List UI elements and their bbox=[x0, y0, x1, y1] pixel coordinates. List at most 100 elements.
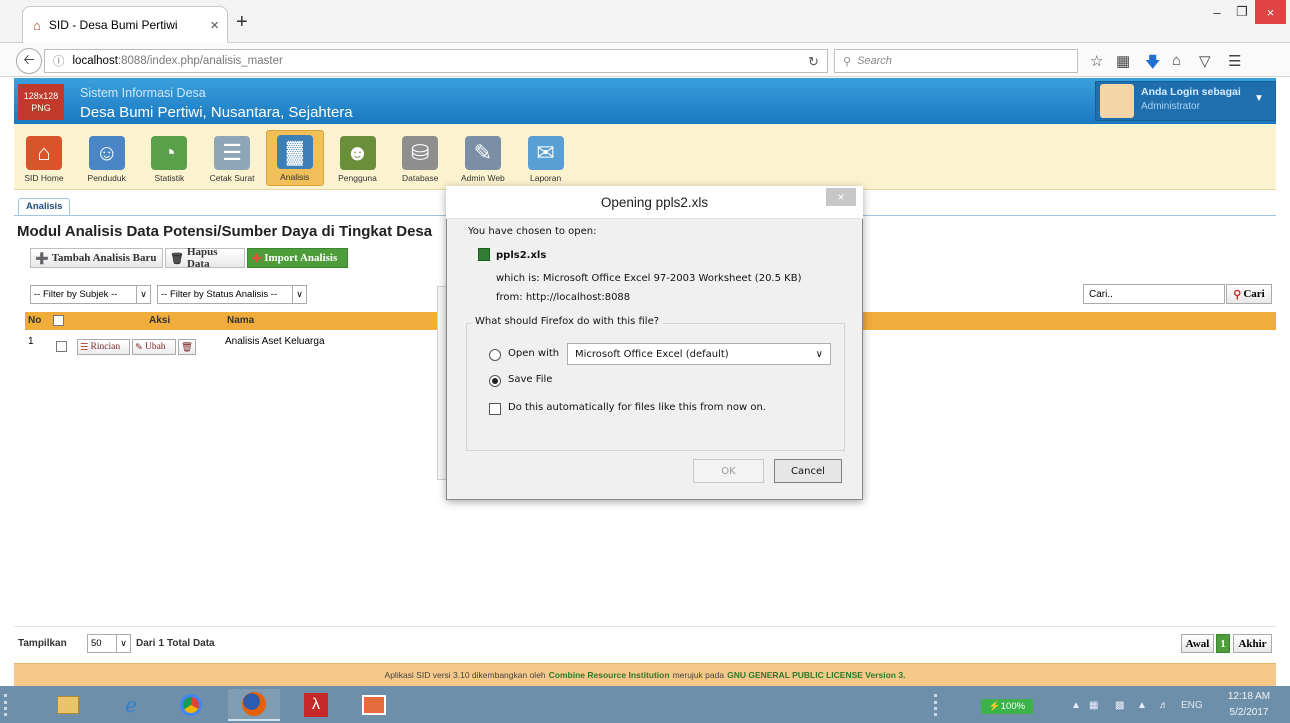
lightning-icon: ⚡ bbox=[988, 701, 1001, 712]
toolbar-statistik-button[interactable]: ◔ Statistik bbox=[140, 130, 198, 186]
cancel-button[interactable]: Cancel bbox=[774, 459, 842, 483]
people-icon: ☺ bbox=[88, 136, 125, 170]
bookmark-star-icon[interactable]: ☆ bbox=[1090, 52, 1103, 70]
current-page-button[interactable]: 1 bbox=[1216, 634, 1230, 653]
subject-filter-value: -- Filter by Subjek -- bbox=[34, 289, 118, 300]
save-file-radio[interactable] bbox=[489, 375, 501, 387]
first-page-button[interactable]: Awal bbox=[1181, 634, 1214, 653]
mail-icon: ✉ bbox=[527, 136, 564, 170]
add-analysis-button[interactable]: ➕ Tambah Analisis Baru bbox=[30, 248, 163, 268]
language-indicator[interactable]: ENG bbox=[1181, 700, 1203, 711]
minimize-button[interactable]: – bbox=[1206, 0, 1228, 24]
import-analysis-button[interactable]: ✚ Import Analisis bbox=[247, 248, 348, 268]
dialog-close-button[interactable]: × bbox=[826, 188, 856, 206]
clock-date: 5/2/2017 bbox=[1229, 707, 1269, 718]
toolbar-database-button[interactable]: ⛁ Database bbox=[391, 130, 449, 186]
auto-action-label[interactable]: Do this automatically for files like thi… bbox=[508, 402, 766, 413]
file-explorer-icon[interactable] bbox=[42, 689, 94, 721]
toolbar-label: Laporan bbox=[529, 173, 562, 183]
users-icon: ☻ bbox=[339, 136, 376, 170]
downloads-icon[interactable]: 🡇 bbox=[1145, 52, 1160, 77]
analysis-icon: ▓ bbox=[276, 135, 313, 169]
toolbar-pengguna-button[interactable]: ☻ Pengguna bbox=[329, 130, 387, 186]
open-with-radio[interactable] bbox=[489, 349, 501, 361]
restore-button[interactable]: ❐ bbox=[1231, 0, 1253, 24]
home-icon: ⌂ bbox=[26, 136, 62, 170]
dialog-title: Opening ppls2.xls bbox=[446, 186, 863, 219]
back-button[interactable]: 🡠 bbox=[16, 48, 42, 74]
toolbar-cetak-surat-button[interactable]: ☰ Cetak Surat bbox=[203, 130, 261, 186]
footer-license-link[interactable]: GNU GENERAL PUBLIC LICENSE Version 3. bbox=[727, 670, 905, 680]
plus-icon: ✚ bbox=[252, 252, 262, 265]
excel-file-icon bbox=[478, 248, 490, 261]
chrome-icon[interactable] bbox=[165, 689, 217, 721]
toolbar-laporan-button[interactable]: ✉ Laporan bbox=[517, 130, 575, 186]
toolbar-analisis-button[interactable]: ▓ Analisis bbox=[265, 130, 324, 186]
new-tab-button[interactable]: + bbox=[236, 10, 248, 34]
reading-list-icon[interactable]: ▦ bbox=[1116, 52, 1130, 70]
chevron-down-icon: ∨ bbox=[815, 348, 823, 360]
row-checkbox[interactable] bbox=[56, 341, 67, 352]
save-file-label[interactable]: Save File bbox=[508, 374, 552, 385]
last-page-button[interactable]: Akhir bbox=[1233, 634, 1272, 653]
home-button-icon[interactable]: ⌂ bbox=[1172, 52, 1181, 69]
chevron-down-icon: ∨ bbox=[292, 286, 306, 303]
presentation-app-icon[interactable] bbox=[348, 689, 400, 721]
status-filter-value: -- Filter by Status Analisis -- bbox=[161, 289, 278, 300]
battery-indicator[interactable]: ⚡ 100% bbox=[981, 699, 1033, 714]
action-center-icon[interactable]: ▦ bbox=[1089, 700, 1098, 711]
chevron-down-icon[interactable]: ▼ bbox=[1254, 93, 1264, 104]
clock-time: 12:18 AM bbox=[1227, 691, 1271, 702]
delete-data-button[interactable]: 🗑 Hapus Data bbox=[165, 246, 245, 270]
reload-icon[interactable]: ↻ bbox=[808, 54, 819, 70]
total-suffix: Total Data bbox=[167, 638, 215, 649]
status-filter-select[interactable]: -- Filter by Status Analisis -- ∨ bbox=[157, 285, 307, 304]
subject-filter-select[interactable]: -- Filter by Subjek -- ∨ bbox=[30, 285, 151, 304]
browser-tab[interactable]: ⌂ SID - Desa Bumi Pertiwi × bbox=[22, 6, 228, 43]
search-input[interactable]: Cari.. bbox=[1083, 284, 1225, 304]
url-bar[interactable]: ⓘ localhost:8088/index.php/analisis_mast… bbox=[44, 49, 828, 73]
toolbar-label: Admin Web bbox=[461, 173, 505, 183]
site-logo: 128x128 PNG bbox=[18, 84, 64, 120]
clock[interactable]: 12:18 AM 5/2/2017 bbox=[1219, 689, 1279, 721]
toolbar-label: Cetak Surat bbox=[209, 173, 255, 183]
firefox-icon[interactable] bbox=[228, 689, 280, 721]
footer-org-link[interactable]: Combine Resource Institution bbox=[549, 670, 670, 680]
site-subtitle: Sistem Informasi Desa bbox=[80, 86, 206, 100]
column-aksi: Aksi bbox=[149, 315, 171, 326]
wifi-icon[interactable]: ▲ bbox=[1137, 700, 1147, 711]
show-hidden-icons-icon[interactable]: ▲ bbox=[1071, 700, 1081, 711]
url-path: :8088/index.php/analisis_master bbox=[117, 55, 283, 67]
delete-row-button[interactable]: 🗑 bbox=[178, 339, 196, 355]
tab-analisis[interactable]: Analisis bbox=[18, 198, 71, 215]
edit-button[interactable]: ✎ Ubah bbox=[132, 339, 176, 355]
network-icon[interactable]: ▩ bbox=[1115, 700, 1124, 711]
detail-button[interactable]: ☰ Rincian bbox=[77, 339, 130, 355]
page-size-select[interactable]: 50 ∨ bbox=[87, 634, 131, 653]
toolbar-penduduk-button[interactable]: ☺ Penduduk bbox=[78, 130, 136, 186]
menu-icon[interactable]: ☰ bbox=[1228, 52, 1241, 70]
open-with-label[interactable]: Open with bbox=[508, 348, 559, 359]
toolbar-admin-web-button[interactable]: ✎ Admin Web bbox=[454, 130, 512, 186]
volume-icon[interactable]: ♬ bbox=[1159, 700, 1169, 711]
toolbar-label: Analisis bbox=[280, 172, 310, 182]
pocket-icon[interactable]: ▽ bbox=[1199, 52, 1211, 70]
close-window-button[interactable]: × bbox=[1255, 0, 1286, 24]
ok-button[interactable]: OK bbox=[693, 459, 764, 483]
edit-icon: ✎ bbox=[135, 342, 143, 353]
page-title: Modul Analisis Data Potensi/Sumber Daya … bbox=[17, 223, 433, 240]
open-with-app-select[interactable]: Microsoft Office Excel (default) ∨ bbox=[567, 343, 831, 365]
toolbar-sid-home-button[interactable]: ⌂ SID Home bbox=[15, 130, 73, 186]
toolbar-label: Database bbox=[401, 173, 439, 183]
acrobat-icon[interactable]: λ bbox=[290, 689, 342, 721]
select-all-checkbox[interactable] bbox=[53, 315, 64, 326]
internet-explorer-icon[interactable]: ℯ bbox=[105, 689, 157, 721]
search-button[interactable]: ⚲ Cari bbox=[1226, 284, 1272, 304]
detail-label: Rincian bbox=[90, 342, 121, 352]
auto-action-checkbox[interactable] bbox=[489, 403, 501, 415]
database-icon: ⛁ bbox=[402, 136, 439, 170]
browser-search-input[interactable]: ⚲ Search bbox=[834, 49, 1078, 73]
tab-close-icon[interactable]: × bbox=[210, 17, 219, 34]
info-icon[interactable]: ⓘ bbox=[53, 53, 65, 69]
file-source: from: http://localhost:8088 bbox=[496, 292, 631, 303]
